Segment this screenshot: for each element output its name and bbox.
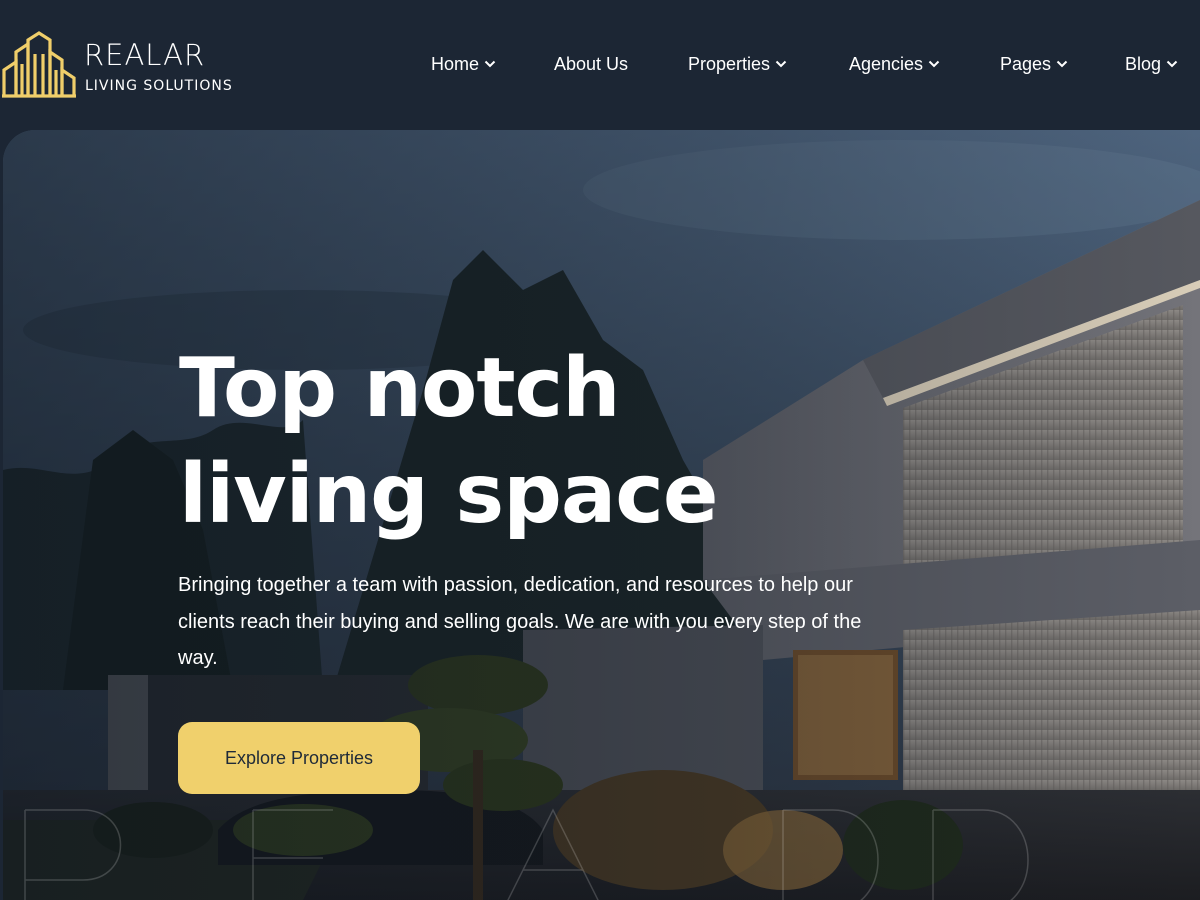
- chevron-down-icon: [484, 60, 496, 68]
- nav-item-pages[interactable]: Pages: [1000, 48, 1068, 80]
- hero-description: Bringing together a team with passion, d…: [178, 574, 862, 669]
- main-nav: Home About Us Properties Agencies Pages …: [0, 48, 1200, 80]
- chevron-down-icon: [775, 60, 787, 68]
- nav-item-blog[interactable]: Blog: [1125, 48, 1178, 80]
- explore-properties-button[interactable]: Explore Properties: [178, 722, 420, 794]
- nav-item-label: Agencies: [849, 53, 924, 74]
- chevron-down-icon: [1166, 60, 1178, 68]
- hero-title: Top notch living space: [179, 336, 779, 548]
- hero-title-line-1: Top notch: [179, 341, 621, 436]
- nav-item-label: Blog: [1125, 53, 1162, 74]
- nav-item-label: About Us: [554, 53, 629, 74]
- decorative-outline-letters: [24, 808, 1029, 900]
- hero-title-line-2: living space: [179, 447, 718, 542]
- nav-item-label: Properties: [688, 53, 771, 74]
- nav-item-agencies[interactable]: Agencies: [849, 48, 940, 80]
- chevron-down-icon: [928, 60, 940, 68]
- chevron-down-icon: [1056, 60, 1068, 68]
- nav-item-label: Home: [431, 53, 480, 74]
- nav-item-properties[interactable]: Properties: [688, 48, 787, 80]
- hero-section: Top notch living space Bringing together…: [3, 130, 1200, 900]
- site-header: REALAR LIVING SOLUTIONS Home About Us Pr…: [0, 0, 1200, 130]
- nav-item-label: Pages: [1000, 53, 1052, 74]
- nav-item-about-us[interactable]: About Us: [554, 48, 628, 80]
- nav-item-home[interactable]: Home: [431, 48, 496, 80]
